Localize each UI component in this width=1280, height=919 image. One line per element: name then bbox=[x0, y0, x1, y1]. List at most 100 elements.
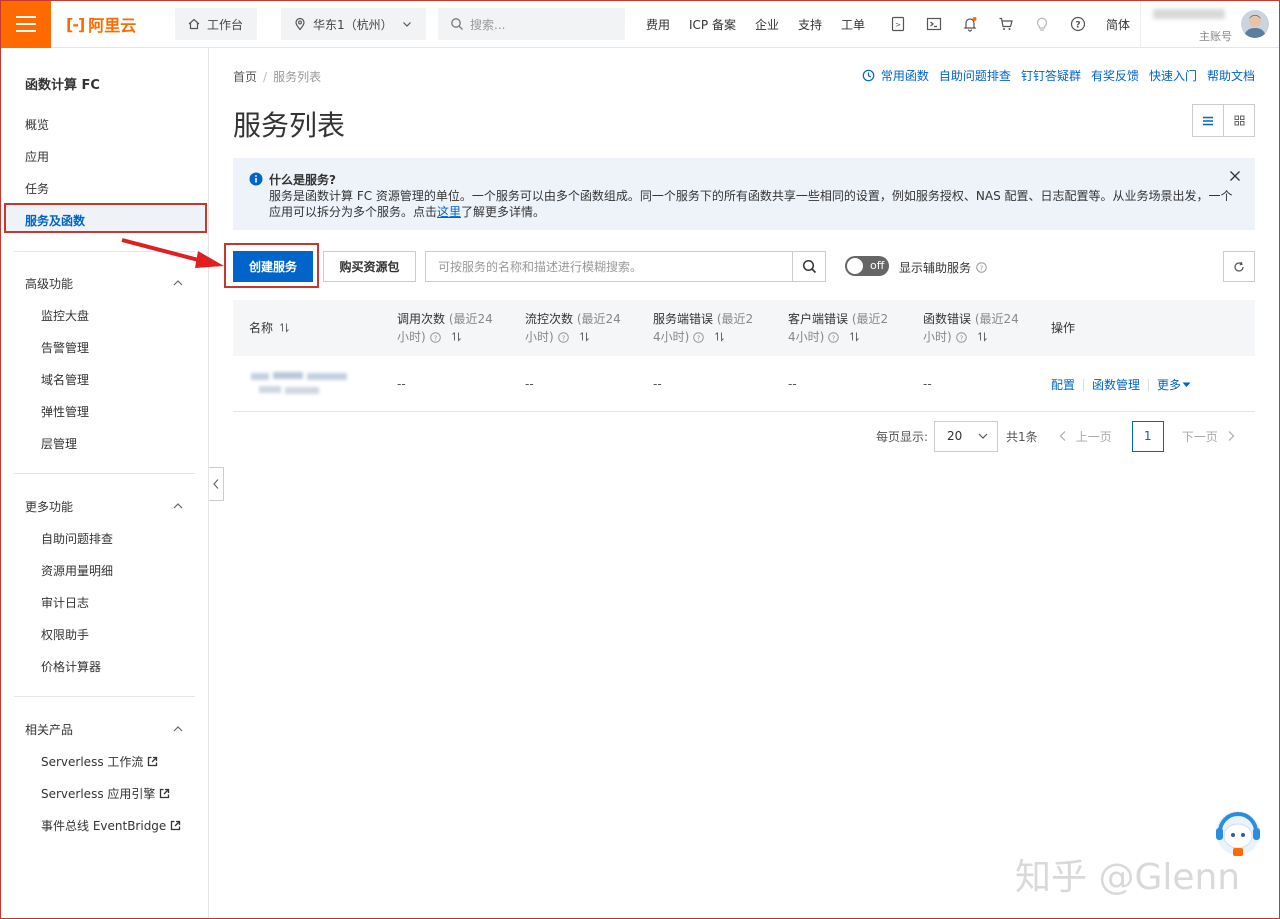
sidebar-item-domains[interactable]: 域名管理 bbox=[41, 371, 89, 388]
sort-icon[interactable] bbox=[714, 331, 725, 342]
column-header-name[interactable]: 名称 bbox=[249, 319, 290, 337]
help-link-troubleshoot[interactable]: 自助问题排查 bbox=[939, 67, 1011, 84]
chevron-up-icon[interactable] bbox=[172, 277, 184, 289]
search-icon bbox=[451, 18, 463, 30]
sort-icon[interactable] bbox=[579, 331, 590, 342]
list-view-button[interactable] bbox=[1193, 105, 1224, 136]
question-mark-icon[interactable]: ? bbox=[429, 332, 441, 343]
chevron-up-icon[interactable] bbox=[172, 723, 184, 735]
language-switcher[interactable]: 简体 bbox=[1106, 16, 1130, 33]
svg-text:?: ? bbox=[433, 334, 437, 342]
top-link-support[interactable]: 支持 bbox=[798, 16, 822, 33]
sidebar-item-elastic[interactable]: 弹性管理 bbox=[41, 403, 89, 420]
chevron-down-icon bbox=[978, 433, 988, 439]
workbench-button[interactable]: 工作台 bbox=[175, 8, 257, 40]
sidebar-item-price-calc[interactable]: 价格计算器 bbox=[41, 658, 101, 675]
help-link-docs[interactable]: 帮助文档 bbox=[1207, 67, 1255, 84]
next-page-label: 下一页 bbox=[1181, 429, 1218, 444]
external-link-icon bbox=[160, 788, 170, 799]
search-button[interactable] bbox=[792, 251, 826, 282]
sidebar-item-overview[interactable]: 概览 bbox=[25, 116, 49, 133]
question-mark-icon[interactable]: ? bbox=[693, 332, 705, 343]
current-page-button[interactable]: 1 bbox=[1131, 420, 1164, 452]
chevron-left-icon bbox=[1059, 431, 1066, 441]
refresh-button[interactable] bbox=[1223, 251, 1255, 282]
view-mode-toggle bbox=[1192, 104, 1255, 137]
sidebar-item-tasks[interactable]: 任务 bbox=[25, 180, 49, 197]
lightbulb-icon[interactable] bbox=[1032, 14, 1052, 34]
hamburger-menu-button[interactable] bbox=[0, 0, 51, 48]
service-name-blurred-link[interactable] bbox=[251, 369, 347, 399]
sidebar-item-services-functions[interactable]: 服务及函数 bbox=[4, 203, 207, 233]
sidebar-link-eventbridge[interactable]: 事件总线 EventBridge bbox=[41, 817, 181, 834]
cloud-shell-icon[interactable]: > bbox=[888, 14, 908, 34]
sidebar-item-usage[interactable]: 资源用量明细 bbox=[41, 562, 113, 579]
sidebar-link-sae[interactable]: Serverless 应用引擎 bbox=[41, 785, 170, 802]
column-header-function-errors[interactable]: 函数错误 (最近24 小时)? bbox=[923, 310, 1019, 346]
function-management-link[interactable]: 函数管理 bbox=[1092, 376, 1140, 393]
question-mark-icon[interactable]: ? bbox=[557, 332, 569, 343]
help-link-quickstart[interactable]: 快速入门 bbox=[1149, 67, 1197, 84]
sidebar-item-alarms[interactable]: 告警管理 bbox=[41, 339, 89, 356]
region-selector[interactable]: 华东1（杭州） bbox=[281, 8, 426, 40]
notification-bell-icon[interactable] bbox=[960, 14, 980, 34]
sidebar-link-serverless-workflow[interactable]: Serverless 工作流 bbox=[41, 753, 158, 770]
terminal-icon[interactable] bbox=[924, 14, 944, 34]
sidebar-item-permission[interactable]: 权限助手 bbox=[41, 626, 89, 643]
grid-view-button[interactable] bbox=[1224, 105, 1254, 136]
column-header-actions: 操作 bbox=[1051, 321, 1076, 335]
help-circle-icon[interactable]: ? bbox=[1068, 14, 1088, 34]
sidebar-item-audit-log[interactable]: 审计日志 bbox=[41, 594, 89, 611]
top-link-fee[interactable]: 费用 bbox=[646, 16, 670, 33]
column-header-invocations[interactable]: 调用次数 (最近24 小时)? bbox=[397, 310, 493, 346]
table-header: 名称 调用次数 (最近24 小时)? 流控次数 (最近24 小时)? 服务端错误… bbox=[233, 300, 1255, 356]
prev-page-button[interactable]: 上一页 bbox=[1058, 428, 1112, 445]
sort-icon[interactable] bbox=[451, 331, 462, 342]
top-links: 费用 ICP 备案 企业 支持 工单 bbox=[646, 0, 884, 48]
more-actions-dropdown[interactable]: 更多 bbox=[1157, 376, 1191, 393]
sidebar-item-monitoring[interactable]: 监控大盘 bbox=[41, 307, 89, 324]
help-link-dingtalk-group[interactable]: 钉钉答疑群 bbox=[1021, 67, 1081, 84]
page-size-select[interactable]: 20 bbox=[934, 420, 999, 452]
create-service-button[interactable]: 创建服务 bbox=[233, 251, 313, 282]
question-mark-icon[interactable]: ? bbox=[828, 332, 840, 343]
user-account-area[interactable]: 主账号 bbox=[1140, 0, 1280, 48]
sort-icon[interactable] bbox=[849, 331, 860, 342]
column-header-client-errors[interactable]: 客户端错误 (最近2 4小时)? bbox=[788, 310, 888, 346]
help-link-common-functions[interactable]: 常用函数 bbox=[881, 67, 929, 84]
notice-learn-more-link[interactable]: 这里 bbox=[437, 205, 461, 219]
sidebar-item-apps[interactable]: 应用 bbox=[25, 148, 49, 165]
help-links: 常用函数 自助问题排查 钉钉答疑群 有奖反馈 快速入门 帮助文档 bbox=[862, 67, 1255, 84]
buy-resource-pack-button[interactable]: 购买资源包 bbox=[323, 251, 416, 282]
global-search-input[interactable]: 搜索... bbox=[438, 8, 625, 40]
chevron-up-icon[interactable] bbox=[172, 500, 184, 512]
top-link-enterprise[interactable]: 企业 bbox=[755, 16, 779, 33]
logo-text: 阿里云 bbox=[88, 16, 137, 35]
top-link-icp[interactable]: ICP 备案 bbox=[689, 16, 736, 33]
info-icon bbox=[249, 172, 263, 186]
column-header-throttles[interactable]: 流控次数 (最近24 小时)? bbox=[525, 310, 621, 346]
breadcrumb-home[interactable]: 首页 bbox=[233, 70, 257, 84]
service-search-input[interactable] bbox=[438, 259, 780, 274]
next-page-button[interactable]: 下一页 bbox=[1182, 428, 1236, 445]
sidebar-group-related[interactable]: 相关产品 bbox=[25, 721, 73, 738]
configure-link[interactable]: 配置 bbox=[1051, 376, 1075, 393]
question-mark-icon[interactable]: ? bbox=[955, 332, 967, 343]
auxiliary-services-toggle[interactable]: off bbox=[845, 256, 889, 276]
sidebar-group-more[interactable]: 更多功能 bbox=[25, 498, 73, 515]
column-header-server-errors[interactable]: 服务端错误 (最近2 4小时)? bbox=[653, 310, 753, 346]
sidebar-item-troubleshoot[interactable]: 自助问题排查 bbox=[41, 530, 113, 547]
close-icon[interactable] bbox=[1229, 170, 1241, 182]
help-link-feedback[interactable]: 有奖反馈 bbox=[1091, 67, 1139, 84]
sort-icon[interactable] bbox=[977, 331, 988, 342]
sidebar-title: 函数计算 FC bbox=[25, 78, 100, 93]
column-header-label: 名称 bbox=[249, 321, 274, 335]
sidebar-collapse-button[interactable] bbox=[209, 467, 224, 501]
top-link-ticket[interactable]: 工单 bbox=[841, 16, 865, 33]
cart-icon[interactable] bbox=[996, 14, 1016, 34]
sidebar-group-advanced[interactable]: 高级功能 bbox=[25, 275, 73, 292]
aliyun-logo[interactable]: [-] 阿里云 bbox=[66, 13, 137, 36]
question-mark-icon[interactable]: ? bbox=[976, 262, 987, 273]
sort-icon[interactable] bbox=[279, 322, 290, 333]
sidebar-item-layers[interactable]: 层管理 bbox=[41, 435, 77, 452]
